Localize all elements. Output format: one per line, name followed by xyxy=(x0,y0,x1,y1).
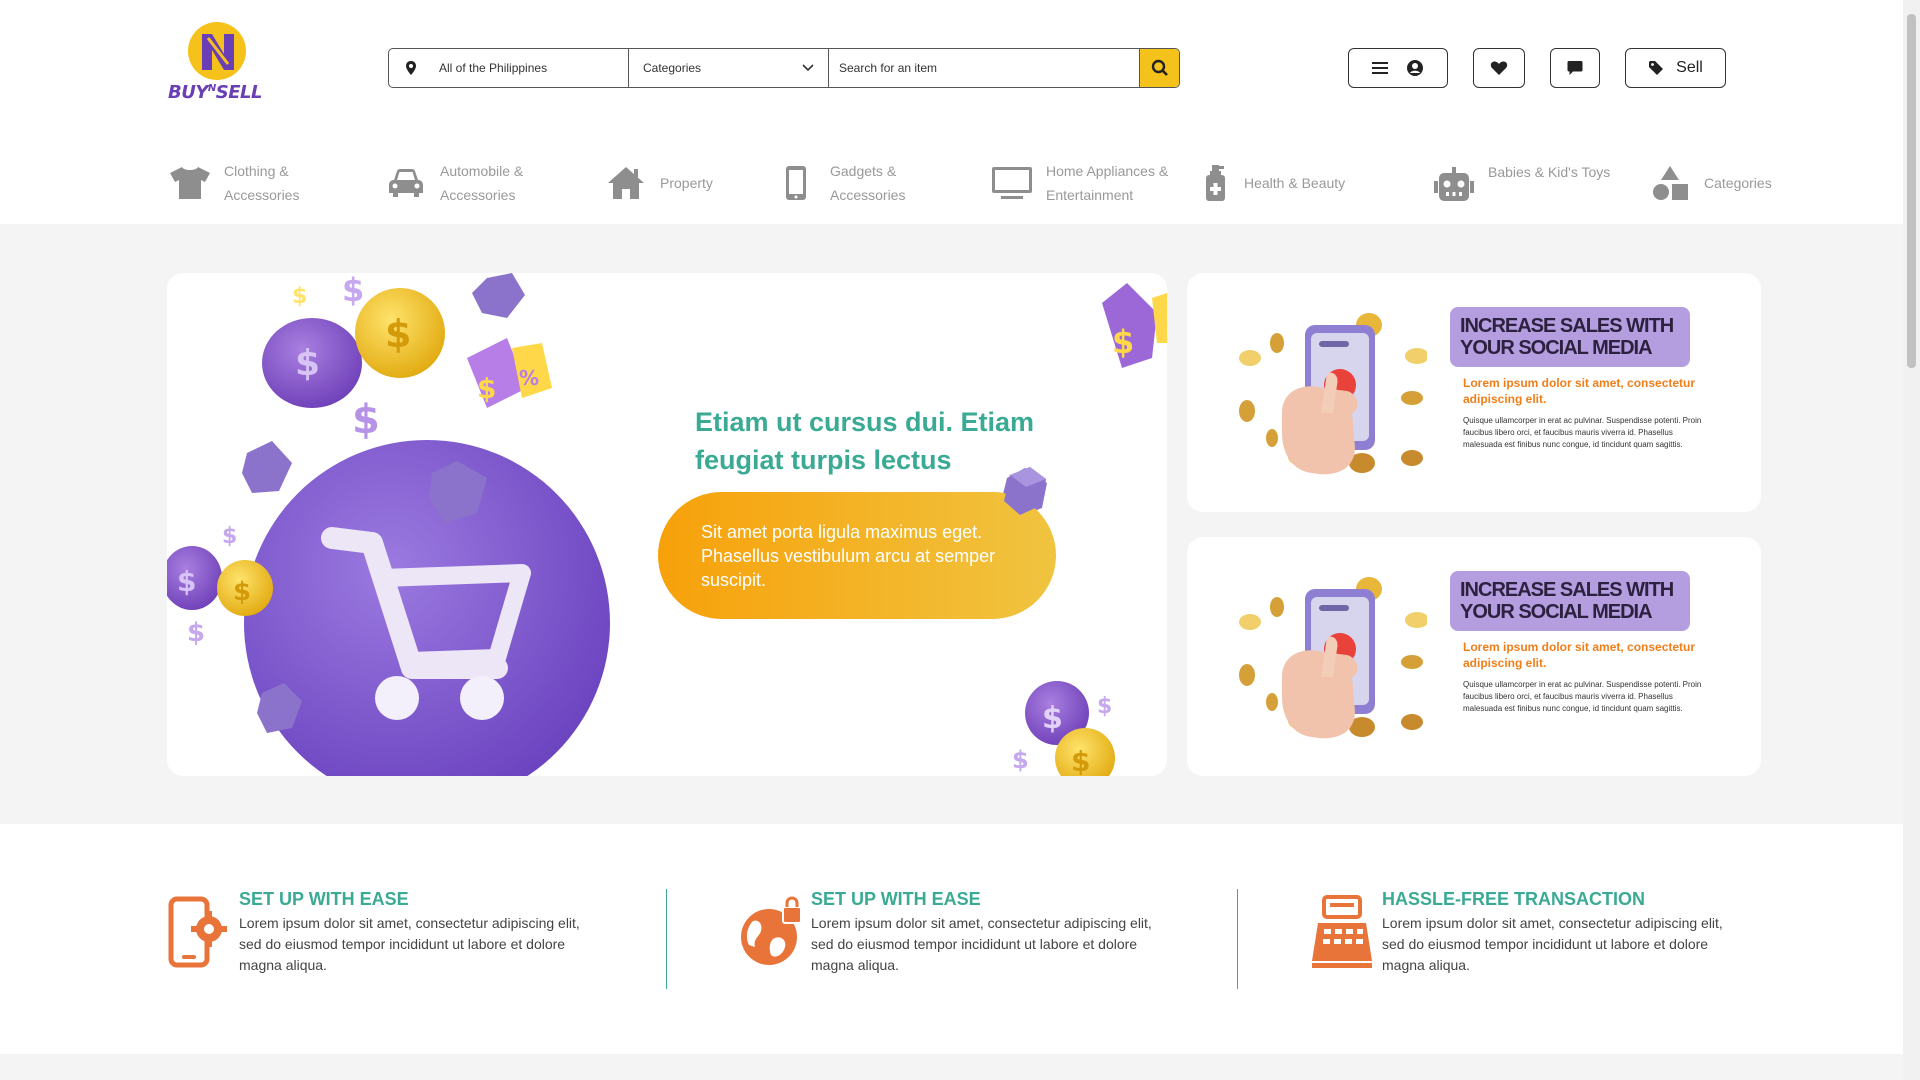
svg-text:$: $ xyxy=(477,372,496,405)
search-button[interactable] xyxy=(1139,49,1179,87)
shirt-icon xyxy=(170,167,210,199)
feature-divider xyxy=(1237,889,1238,989)
svg-text:$: $ xyxy=(177,565,196,598)
svg-text:$: $ xyxy=(222,524,237,549)
search-bar: All of the Philippines Categories xyxy=(388,48,1180,88)
logo-n-icon xyxy=(202,34,234,70)
user-circle-icon xyxy=(1407,60,1423,76)
car-icon xyxy=(389,169,423,197)
location-selector[interactable]: All of the Philippines xyxy=(389,49,629,87)
svg-text:$: $ xyxy=(1097,694,1112,719)
site-header: BUYNSELL All of the Philippines Categori… xyxy=(0,0,1903,224)
feature-description: Lorem ipsum dolor sit amet, consectetur … xyxy=(239,915,580,973)
search-icon xyxy=(1151,59,1168,76)
phone-icon xyxy=(786,166,806,200)
phone-hand-illustration xyxy=(1239,577,1427,739)
features-section: SET UP WITH EASE Lorem ipsum dolor sit a… xyxy=(0,824,1903,1054)
promo-body: Quisque ullamcorper in erat ac pulvinar.… xyxy=(1463,416,1702,449)
svg-text:$: $ xyxy=(1112,323,1134,361)
buy-n-sell-logo[interactable]: BUYNSELL xyxy=(168,22,262,108)
svg-text:$: $ xyxy=(187,618,205,648)
promo-badge: INCREASE SALES WITH YOUR SOCIAL MEDIA xyxy=(1450,571,1690,631)
promo-card[interactable]: INCREASE SALES WITH YOUR SOCIAL MEDIA Lo… xyxy=(1187,537,1761,776)
cube-icon xyxy=(1004,467,1046,515)
feature-description: Lorem ipsum dolor sit amet, consectetur … xyxy=(811,915,1152,973)
phone-hand-illustration xyxy=(1239,313,1427,475)
heart-icon xyxy=(1490,61,1508,75)
feature-title: SET UP WITH EASE xyxy=(811,889,981,909)
promo-card[interactable]: INCREASE SALES WITH YOUR SOCIAL MEDIA Lo… xyxy=(1187,273,1761,512)
category-label: Home Appliances & Entertainment xyxy=(1046,163,1169,203)
category-clothing[interactable]: Clothing & Accessories xyxy=(168,158,299,208)
scrollbar-thumb[interactable] xyxy=(1907,14,1916,368)
promo-subtitle: Lorem ipsum dolor sit amet, consectetur … xyxy=(1463,376,1696,406)
category-babies-toys[interactable]: Babies & Kid's Toys xyxy=(1432,158,1610,208)
promo-body: Quisque ullamcorper in erat ac pulvinar.… xyxy=(1463,680,1702,713)
phone-gear-icon xyxy=(168,896,227,968)
svg-text:%: % xyxy=(519,366,539,390)
promo-badge: INCREASE SALES WITH YOUR SOCIAL MEDIA xyxy=(1450,307,1690,367)
svg-text:$: $ xyxy=(1071,745,1090,776)
sell-button-label: Sell xyxy=(1676,59,1703,76)
svg-text:$: $ xyxy=(352,397,380,443)
category-all[interactable]: Categories xyxy=(1648,158,1772,208)
hamburger-icon xyxy=(1372,62,1388,74)
svg-text:$: $ xyxy=(292,284,307,309)
category-label: Babies & Kid's Toys xyxy=(1488,164,1611,180)
hero-banner[interactable]: $ $ $ $ $ $ % $ $ $ $ $ $ $ $ $ Etiam ut xyxy=(167,273,1167,776)
feature-title: HASSLE-FREE TRANSACTION xyxy=(1382,889,1646,909)
location-label: All of the Philippines xyxy=(439,61,548,75)
house-icon xyxy=(608,167,644,199)
globe-lock-icon xyxy=(741,896,802,965)
category-property[interactable]: Property xyxy=(604,158,713,208)
feature-description: Lorem ipsum dolor sit amet, consectetur … xyxy=(1382,915,1723,973)
svg-text:$: $ xyxy=(1042,701,1063,736)
robot-icon xyxy=(1434,167,1474,201)
category-label: Gadgets & Accessories xyxy=(830,163,906,203)
page-scrollbar[interactable] xyxy=(1903,0,1920,1080)
category-label: Automobile & Accessories xyxy=(440,163,524,203)
bottle-icon xyxy=(1206,165,1225,201)
sell-button[interactable]: Sell xyxy=(1625,48,1726,88)
svg-text:$: $ xyxy=(295,343,320,384)
messages-button[interactable] xyxy=(1550,48,1600,88)
cash-register-icon xyxy=(1312,895,1372,968)
category-nav: Clothing & Accessories Automobile & Acce… xyxy=(168,158,1772,208)
promo-subtitle: Lorem ipsum dolor sit amet, consectetur … xyxy=(1463,640,1696,670)
category-health-beauty[interactable]: Health & Beauty xyxy=(1200,158,1345,208)
feature-title: SET UP WITH EASE xyxy=(239,889,409,909)
category-select-label: Categories xyxy=(643,61,702,75)
favorites-button[interactable] xyxy=(1473,48,1525,88)
category-label: Health & Beauty xyxy=(1244,175,1346,191)
category-automobile[interactable]: Automobile & Accessories xyxy=(384,158,523,208)
location-pin-icon xyxy=(406,61,416,75)
category-label: Property xyxy=(660,175,713,191)
category-gadgets[interactable]: Gadgets & Accessories xyxy=(774,158,905,208)
svg-text:$: $ xyxy=(385,312,411,356)
monitor-icon xyxy=(992,167,1032,199)
svg-text:$: $ xyxy=(342,273,364,309)
category-select[interactable]: Categories xyxy=(629,49,829,87)
search-input[interactable] xyxy=(829,49,1139,87)
svg-text:$: $ xyxy=(233,577,251,607)
tag-icon xyxy=(1649,61,1664,75)
account-menu-button[interactable] xyxy=(1348,48,1448,88)
chat-icon xyxy=(1567,61,1583,75)
shapes-icon xyxy=(1653,166,1688,200)
category-home-appliances[interactable]: Home Appliances & Entertainment xyxy=(990,158,1168,208)
feature-divider xyxy=(666,889,667,989)
logo-text: BUYNSELL xyxy=(168,82,262,103)
svg-text:$: $ xyxy=(1012,746,1029,774)
category-label: Clothing & Accessories xyxy=(224,163,300,203)
category-label: Categories xyxy=(1704,175,1772,191)
chevron-down-icon xyxy=(802,64,814,72)
